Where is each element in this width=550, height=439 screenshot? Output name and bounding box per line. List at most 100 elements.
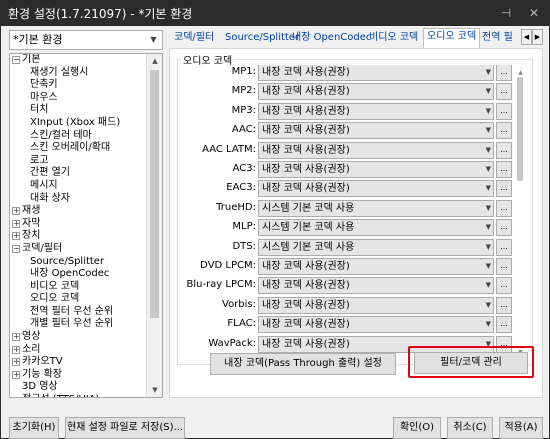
tree-item[interactable]: 개별 필터 우선 순위 xyxy=(10,318,148,331)
tree-item[interactable]: 재생기 실행시 xyxy=(10,67,148,80)
tree-category[interactable]: + 카카오TV xyxy=(10,356,148,369)
tree-category[interactable]: − 기본 xyxy=(10,54,148,67)
tree-item[interactable]: 대화 상자 xyxy=(10,193,148,206)
tree-item[interactable]: 비디오 코덱 xyxy=(10,281,148,294)
codec-row: AC3: 내장 코덱 사용(권장) ▼... xyxy=(178,160,514,180)
codec-more-button[interactable]: ... xyxy=(496,180,512,198)
codec-more-button[interactable]: ... xyxy=(496,141,512,159)
expand-icon[interactable]: + xyxy=(12,207,20,216)
reset-button[interactable]: 초기화(H) xyxy=(9,417,59,439)
codec-select[interactable]: 내장 코덱 사용(권장) ▼ xyxy=(258,180,494,198)
expand-icon[interactable]: + xyxy=(12,345,20,354)
tree-item[interactable]: 내장 OpenCodec xyxy=(10,268,148,281)
tree-item[interactable]: 터치 xyxy=(10,104,148,117)
codec-select[interactable]: 내장 코덱 사용(권장) ▼ xyxy=(258,316,494,334)
codec-select[interactable]: 내장 코덱 사용(권장) ▼ xyxy=(258,141,494,159)
codec-more-button[interactable]: ... xyxy=(496,65,512,81)
codec-row: Vorbis: 내장 코덱 사용(권장) ▼... xyxy=(178,296,514,316)
codec-scroll-thumb[interactable] xyxy=(517,77,523,181)
tab-scroll-left-icon[interactable]: ◀ xyxy=(521,29,532,45)
tree-category[interactable]: + 소리 xyxy=(10,344,148,357)
expand-icon[interactable]: + xyxy=(12,219,20,228)
tree-item[interactable]: Source/Splitter xyxy=(10,256,148,269)
codec-more-button[interactable]: ... xyxy=(496,161,512,178)
tree-category[interactable]: + 장치 xyxy=(10,230,148,243)
scroll-up-icon[interactable]: ▲ xyxy=(514,69,527,77)
codec-label: MP2: xyxy=(231,85,256,97)
settings-tree[interactable]: − 기본 재생기 실행시 단축키 마우스 터치 XInput (Xbox 패드) 스킨/컬러 … xyxy=(9,53,163,398)
tree-item[interactable]: 단축키 xyxy=(10,79,148,92)
collapse-icon[interactable]: − xyxy=(12,244,20,253)
codec-select[interactable]: 내장 코덱 사용(권장) ▼ xyxy=(258,122,494,140)
tab-scroll-right-icon[interactable]: ▶ xyxy=(532,29,543,45)
tab-builtin-opencodec[interactable]: 내장 OpenCodec xyxy=(289,30,374,48)
codec-more-button[interactable]: ... xyxy=(496,296,512,314)
tree-item[interactable]: 메시지 xyxy=(10,180,148,193)
codec-more-button[interactable]: ... xyxy=(496,238,512,256)
tab-codec-filter[interactable]: 코덱/필터 xyxy=(171,30,217,48)
expand-icon[interactable]: + xyxy=(12,370,20,379)
tree-item-label: 3D 영상 xyxy=(22,381,58,393)
save-button-label: 현재 설정 파일로 저장 xyxy=(66,422,160,433)
codec-more-button[interactable]: ... xyxy=(496,83,512,101)
codec-more-button[interactable]: ... xyxy=(496,316,512,334)
codec-more-button[interactable]: ... xyxy=(496,258,512,275)
codec-select[interactable]: 내장 코덱 사용(권장) ▼ xyxy=(258,161,494,178)
tab-audio-codec[interactable]: 오디오 코덱 xyxy=(423,28,481,49)
tree-category[interactable]: + 영상 xyxy=(10,331,148,344)
tree-item[interactable]: XInput (Xbox 패드) xyxy=(10,117,148,130)
chevron-down-icon: ▼ xyxy=(485,262,491,270)
tree-item-label: 기본 xyxy=(22,54,41,65)
codec-select[interactable]: 내장 코덱 사용(권장) ▼ xyxy=(258,102,494,120)
tree-item[interactable]: 간편 열기 xyxy=(10,167,148,180)
tab-video-codec[interactable]: 비디오 코덱 xyxy=(366,30,421,48)
close-icon[interactable]: ✕ xyxy=(522,2,546,24)
codec-scrollbar[interactable]: ▲ ▼ xyxy=(514,69,527,357)
codec-select[interactable]: 시스템 기본 코덱 사용 ▼ xyxy=(258,219,494,237)
codec-select[interactable]: 시스템 기본 코덱 사용 ▼ xyxy=(258,238,494,256)
tab-global-filter[interactable]: 전역 필 xyxy=(479,30,516,48)
tree-item[interactable]: 스킨/컬러 테마 xyxy=(10,130,148,143)
codec-label: AC3: xyxy=(232,163,256,174)
scroll-up-icon[interactable]: ▲ xyxy=(147,54,162,68)
codec-more-button[interactable]: ... xyxy=(496,199,512,217)
codec-select-value: 시스템 기본 코덱 사용 xyxy=(262,241,355,253)
codec-select[interactable]: 내장 코덱 사용(권장) ▼ xyxy=(258,258,494,275)
cancel-button[interactable]: 취소(C) xyxy=(447,417,493,439)
tree-category[interactable]: + 재생 xyxy=(10,205,148,218)
collapse-icon[interactable]: − xyxy=(12,56,20,64)
codec-select[interactable]: 시스템 기본 코덱 사용 ▼ xyxy=(258,199,494,217)
tree-scroll-thumb[interactable] xyxy=(150,70,159,318)
codec-more-button[interactable]: ... xyxy=(496,102,512,120)
tree-scrollbar[interactable]: ▲ ▼ xyxy=(146,54,162,397)
codec-more-button[interactable]: ... xyxy=(496,219,512,237)
expand-icon[interactable]: + xyxy=(12,232,20,241)
tree-item[interactable]: 오디오 코덱 xyxy=(10,293,148,306)
tree-item[interactable]: 전역 필터 우선 순위 xyxy=(10,306,148,319)
tree-item-label: 전역 필터 우선 순위 xyxy=(30,305,114,317)
tree-category[interactable]: + 기능 확장 xyxy=(10,369,148,382)
tree-category[interactable]: − 코덱/필터 xyxy=(10,243,148,256)
pin-icon[interactable]: ⊣ xyxy=(494,2,518,24)
tree-item[interactable]: 스킨 오버레이/확대 xyxy=(10,142,148,155)
codec-more-button[interactable]: ... xyxy=(496,122,512,140)
codec-select[interactable]: 내장 코덱 사용(권장) ▼ xyxy=(258,277,494,295)
codec-select[interactable]: 내장 코덱 사용(권장) ▼ xyxy=(258,65,494,81)
tree-item[interactable]: 마우스 xyxy=(10,92,148,105)
codec-select[interactable]: 내장 코덱 사용(권장) ▼ xyxy=(258,296,494,314)
codec-select[interactable]: 내장 코덱 사용(권장) ▼ xyxy=(258,83,494,101)
codec-list: MP1: 내장 코덱 사용(권장) ▼... MP2: 내장 코덱 사용(권장) ▼...… xyxy=(178,65,514,357)
apply-button[interactable]: 적용(A) xyxy=(499,417,543,439)
expand-icon[interactable]: + xyxy=(12,333,20,342)
ok-button[interactable]: 확인(O) xyxy=(393,417,441,439)
tree-item[interactable]: 로고 xyxy=(10,155,148,168)
scroll-down-icon[interactable]: ▼ xyxy=(147,383,162,397)
profile-select[interactable]: *기본 환경 ▼ xyxy=(9,30,163,50)
tree-category[interactable]: + 자막 xyxy=(10,218,148,231)
passthrough-settings-button[interactable]: 내장 코덱(Pass Through 출력) 설정 xyxy=(210,353,396,375)
tree-category[interactable]: 3D 영상 xyxy=(10,381,148,394)
save-settings-file-button[interactable]: 현재 설정 파일로 저장(S)... xyxy=(65,417,185,439)
codec-more-button[interactable]: ... xyxy=(496,277,512,295)
tree-category[interactable]: 접근성 (TTS/UIA) xyxy=(10,394,148,397)
expand-icon[interactable]: + xyxy=(12,358,20,367)
